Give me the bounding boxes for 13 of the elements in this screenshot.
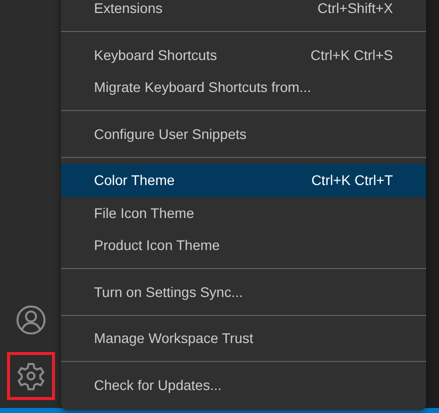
account-icon — [16, 305, 46, 335]
menu-item[interactable]: Check for Updates... — [61, 368, 426, 401]
menu-item[interactable]: Color Theme Ctrl+K Ctrl+T — [61, 164, 426, 196]
menu-item[interactable]: Keyboard Shortcuts Ctrl+K Ctrl+S — [61, 38, 426, 71]
menu-item[interactable]: Configure User Snippets — [61, 118, 426, 150]
menu-item[interactable]: Product Icon Theme — [61, 229, 426, 262]
settings-icon — [14, 360, 46, 392]
menu-item[interactable]: Extensions Ctrl+Shift+X — [61, 0, 426, 24]
settings-button[interactable] — [6, 352, 54, 400]
menu-item[interactable]: Manage Workspace Trust — [61, 322, 426, 354]
menu-item[interactable]: Turn on Settings Sync... — [61, 276, 426, 308]
menu-item[interactable]: File Icon Theme — [61, 196, 426, 229]
menu-item[interactable]: Migrate Keyboard Shortcuts from... — [61, 71, 426, 104]
